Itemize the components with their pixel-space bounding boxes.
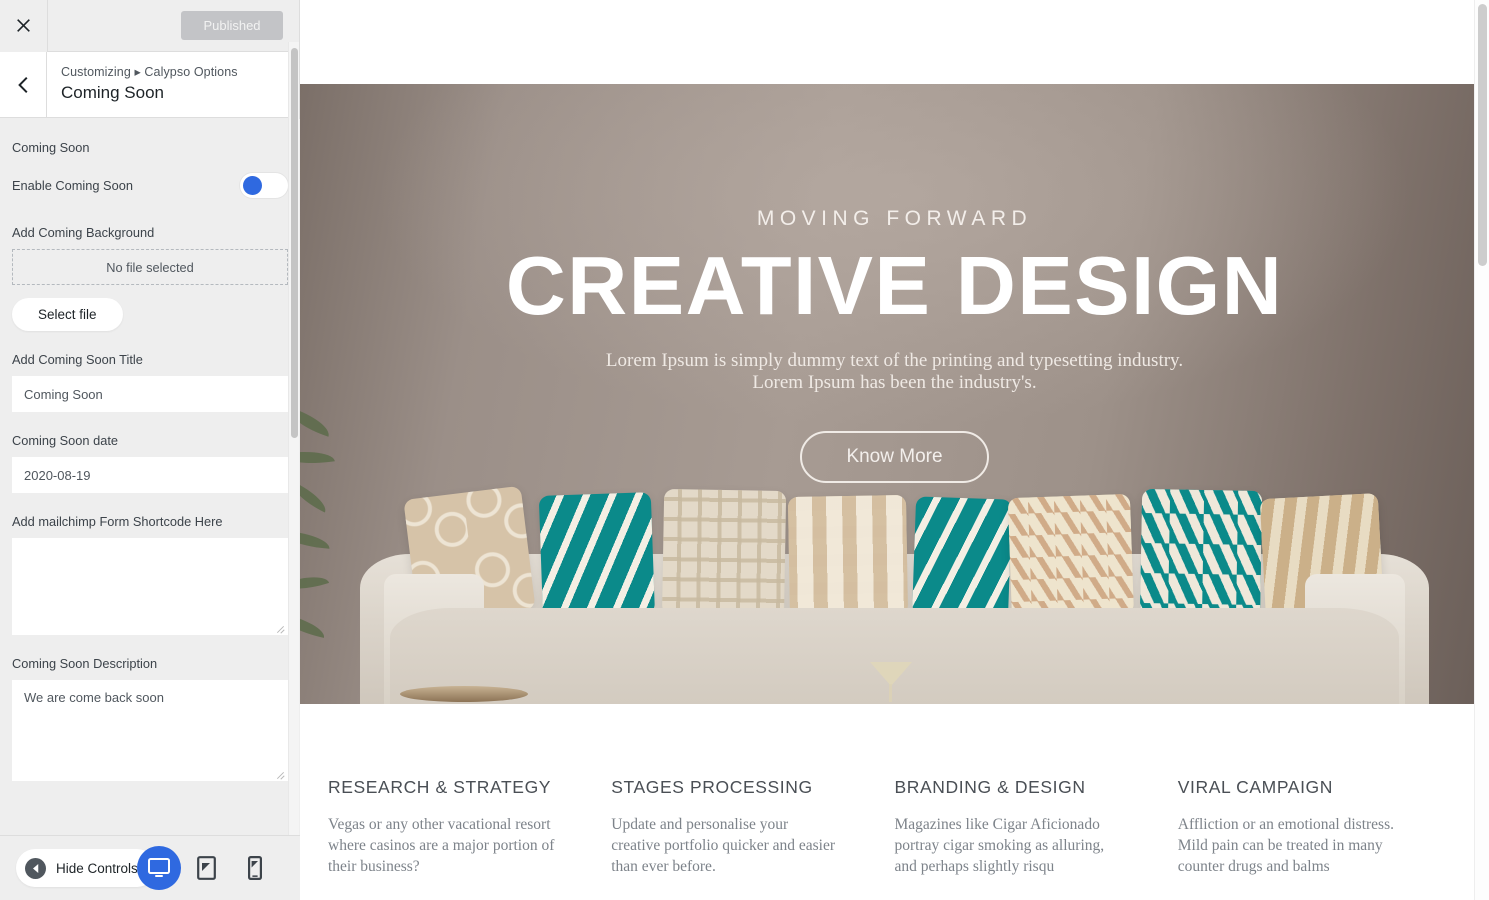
feature-column: VIRAL CAMPAIGN Affliction or an emotiona… bbox=[1178, 776, 1461, 877]
arrow-left-glyph bbox=[32, 863, 38, 873]
description-textarea-wrap bbox=[12, 680, 288, 781]
pillow-pattern bbox=[1140, 488, 1263, 618]
feature-body: Magazines like Cigar Aficionado portray … bbox=[894, 816, 1105, 875]
title-field: Add Coming Soon Title bbox=[12, 351, 288, 412]
pillow-pattern bbox=[787, 494, 908, 618]
pillow-teal-ring bbox=[912, 496, 1013, 618]
close-icon[interactable] bbox=[0, 0, 48, 52]
feature-title: BRANDING & DESIGN bbox=[894, 777, 1086, 797]
customizer-panel-header: Customizing ▸ Calypso Options Coming Soo… bbox=[0, 52, 299, 118]
know-more-button[interactable]: Know More bbox=[800, 431, 989, 483]
feature-body: Vegas or any other vacational resort whe… bbox=[328, 816, 555, 875]
background-label: Add Coming Background bbox=[12, 225, 155, 240]
dropzone-text: No file selected bbox=[106, 259, 194, 275]
pillow-pattern bbox=[538, 492, 655, 618]
hide-controls-button[interactable]: Hide Controls bbox=[16, 849, 156, 887]
sidebar-scrollbar-thumb[interactable] bbox=[291, 48, 298, 438]
breadcrumb: Customizing ▸ Calypso Options bbox=[61, 65, 238, 79]
coming-soon-description-textarea[interactable] bbox=[12, 680, 288, 781]
mailchimp-field: Add mailchimp Form Shortcode Here bbox=[12, 513, 288, 635]
section-title: Coming Soon bbox=[12, 140, 90, 155]
hero-section: MOVING FORWARD CREATIVE DESIGN Lorem Ips… bbox=[300, 84, 1489, 704]
feature-body: Update and personalise your creative por… bbox=[611, 816, 836, 875]
pillow-teal-zigzag bbox=[1140, 488, 1263, 618]
toggle-knob bbox=[243, 176, 262, 195]
hero-subtitle-line-1: Lorem Ipsum is simply dummy text of the … bbox=[605, 350, 1184, 371]
feature-column: BRANDING & DESIGN Magazines like Cigar A… bbox=[895, 776, 1178, 877]
mobile-preview-button[interactable] bbox=[233, 846, 277, 890]
hide-controls-label: Hide Controls bbox=[56, 860, 138, 876]
mailchimp-textarea-wrap bbox=[12, 538, 288, 635]
pillow-soft-wave bbox=[787, 494, 908, 618]
customizer-app: Published Customizing ▸ Calypso Options … bbox=[0, 0, 1489, 900]
customizer-topbar: Published bbox=[0, 0, 299, 52]
enable-coming-soon-label: Enable Coming Soon bbox=[12, 177, 133, 193]
mailchimp-label: Add mailchimp Form Shortcode Here bbox=[12, 514, 223, 529]
background-field: Add Coming Background No file selected S… bbox=[12, 224, 288, 331]
close-glyph bbox=[17, 19, 30, 32]
coming-soon-title-input[interactable] bbox=[12, 376, 288, 412]
glass-cup bbox=[870, 662, 912, 686]
chevron-left-icon[interactable] bbox=[0, 52, 47, 117]
pillow-greek-key bbox=[662, 488, 787, 618]
panel-titles: Customizing ▸ Calypso Options Coming Soo… bbox=[47, 52, 238, 117]
description-label: Coming Soon Description bbox=[12, 656, 158, 671]
pillow-pattern bbox=[662, 488, 787, 618]
preview-top-band bbox=[300, 0, 1489, 84]
sofa-illustration bbox=[300, 478, 1489, 704]
mobile-icon bbox=[247, 856, 262, 880]
feature-title: VIRAL CAMPAIGN bbox=[1177, 777, 1333, 797]
publish-button[interactable]: Published bbox=[181, 11, 283, 40]
customizer-sidebar: Published Customizing ▸ Calypso Options … bbox=[0, 0, 300, 900]
feature-body: Affliction or an emotional distress. Mil… bbox=[1177, 816, 1394, 875]
pillow-pattern bbox=[912, 496, 1013, 618]
date-field: Coming Soon date bbox=[12, 432, 288, 493]
pillow-pattern bbox=[1007, 493, 1134, 619]
hero-subtitle-line-2: Lorem Ipsum has been the industry's. bbox=[752, 372, 1037, 393]
feature-title: RESEARCH & STRATEGY bbox=[328, 777, 552, 797]
tablet-preview-button[interactable] bbox=[185, 846, 229, 890]
glass-stem bbox=[889, 684, 892, 702]
sidebar-scrollbar[interactable] bbox=[288, 42, 299, 900]
customizer-bottombar: Hide Controls bbox=[0, 835, 300, 900]
customizer-controls: Coming Soon Enable Coming Soon Add Comin… bbox=[0, 119, 300, 900]
title-label: Add Coming Soon Title bbox=[12, 352, 143, 367]
desktop-icon bbox=[147, 858, 170, 877]
site-preview: MOVING FORWARD CREATIVE DESIGN Lorem Ips… bbox=[300, 0, 1489, 900]
enable-coming-soon-row: Enable Coming Soon bbox=[12, 173, 288, 198]
coming-soon-date-input[interactable] bbox=[12, 457, 288, 493]
pillow-teal-wave bbox=[538, 492, 655, 618]
chevron-left-glyph bbox=[17, 76, 27, 93]
wooden-plate-decoration bbox=[400, 686, 528, 702]
feature-column: STAGES PROCESSING Update and personalise… bbox=[611, 776, 894, 877]
page-title: Coming Soon bbox=[61, 83, 165, 102]
cocktail-glass-icon bbox=[870, 662, 912, 704]
feature-column: RESEARCH & STRATEGY Vegas or any other v… bbox=[328, 776, 611, 877]
tablet-icon bbox=[197, 856, 217, 880]
description-field: Coming Soon Description bbox=[12, 655, 288, 781]
select-file-button[interactable]: Select file bbox=[12, 298, 123, 331]
file-dropzone[interactable]: No file selected bbox=[12, 249, 288, 285]
desktop-preview-button[interactable] bbox=[136, 846, 181, 890]
hero-heading: CREATIVE DESIGN bbox=[505, 239, 1284, 332]
features-row: RESEARCH & STRATEGY Vegas or any other v… bbox=[300, 704, 1489, 877]
hero-copy: MOVING FORWARD CREATIVE DESIGN Lorem Ips… bbox=[300, 206, 1489, 483]
enable-coming-soon-toggle[interactable] bbox=[240, 173, 288, 198]
pillow-chevron bbox=[1007, 493, 1134, 619]
mailchimp-shortcode-textarea[interactable] bbox=[12, 538, 288, 635]
hero-kicker: MOVING FORWARD bbox=[756, 207, 1033, 230]
date-label: Coming Soon date bbox=[12, 433, 118, 448]
arrow-left-circle-icon bbox=[25, 857, 46, 879]
feature-title: STAGES PROCESSING bbox=[611, 777, 813, 797]
